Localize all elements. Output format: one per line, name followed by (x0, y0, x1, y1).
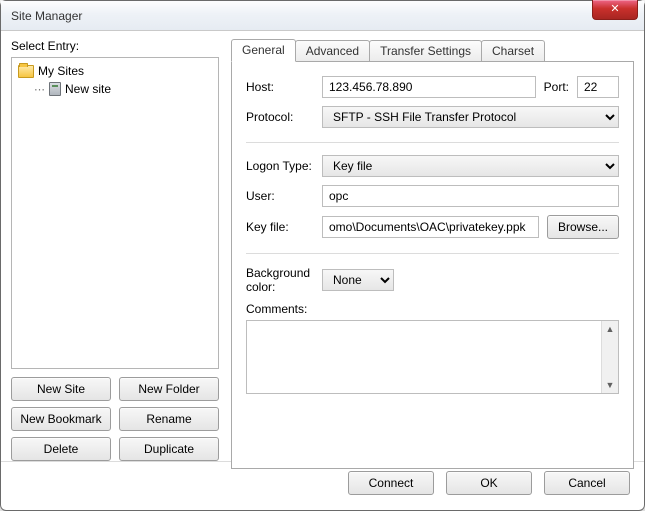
cancel-button[interactable]: Cancel (544, 471, 630, 495)
comments-textarea[interactable]: ▲ ▼ (246, 320, 619, 394)
bg-color-label: Background color: (246, 266, 314, 294)
select-entry-label: Select Entry: (11, 39, 219, 53)
protocol-label: Protocol: (246, 110, 314, 124)
scroll-down-icon[interactable]: ▼ (606, 377, 615, 393)
folder-icon (18, 65, 34, 78)
new-folder-button[interactable]: New Folder (119, 377, 219, 401)
site-tree[interactable]: My Sites ⋯ New site (11, 57, 219, 369)
logon-type-label: Logon Type: (246, 159, 314, 173)
separator (246, 142, 619, 143)
delete-button[interactable]: Delete (11, 437, 111, 461)
tab-advanced[interactable]: Advanced (295, 40, 370, 61)
left-panel: Select Entry: My Sites ⋯ New site New Si… (11, 39, 219, 461)
tree-branch-icon: ⋯ (34, 83, 44, 96)
user-input[interactable] (322, 185, 619, 207)
browse-button[interactable]: Browse... (547, 215, 619, 239)
comments-label: Comments: (246, 302, 619, 316)
keyfile-label: Key file: (246, 220, 314, 234)
tab-charset[interactable]: Charset (481, 40, 545, 61)
site-buttons: New Site New Folder New Bookmark Rename … (11, 377, 219, 461)
scrollbar[interactable]: ▲ ▼ (601, 321, 618, 393)
tab-general[interactable]: General (231, 39, 296, 62)
tree-root[interactable]: My Sites (14, 62, 216, 80)
scroll-up-icon[interactable]: ▲ (606, 321, 615, 337)
bg-color-select[interactable]: None (322, 269, 394, 291)
connect-button[interactable]: Connect (348, 471, 434, 495)
close-icon: ✕ (610, 3, 619, 15)
close-button[interactable]: ✕ (592, 0, 638, 20)
host-input[interactable] (322, 76, 536, 98)
port-input[interactable] (577, 76, 619, 98)
tab-transfer-settings[interactable]: Transfer Settings (369, 40, 482, 61)
tree-item[interactable]: ⋯ New site (14, 80, 216, 98)
tab-strip: General Advanced Transfer Settings Chars… (231, 39, 634, 61)
port-label: Port: (544, 80, 569, 94)
host-label: Host: (246, 80, 314, 94)
separator (246, 253, 619, 254)
duplicate-button[interactable]: Duplicate (119, 437, 219, 461)
ok-button[interactable]: OK (446, 471, 532, 495)
protocol-select[interactable]: SFTP - SSH File Transfer Protocol (322, 106, 619, 128)
user-label: User: (246, 189, 314, 203)
new-bookmark-button[interactable]: New Bookmark (11, 407, 111, 431)
server-icon (49, 82, 61, 96)
window-title: Site Manager (11, 9, 82, 23)
tree-root-label: My Sites (38, 64, 84, 78)
titlebar: Site Manager ✕ (1, 1, 644, 31)
logon-type-select[interactable]: Key file (322, 155, 619, 177)
right-panel: General Advanced Transfer Settings Chars… (231, 39, 634, 461)
tree-item-label: New site (65, 82, 111, 96)
rename-button[interactable]: Rename (119, 407, 219, 431)
tab-panel-general: Host: Port: Protocol: SFTP - SSH File Tr… (231, 61, 634, 469)
new-site-button[interactable]: New Site (11, 377, 111, 401)
keyfile-input[interactable] (322, 216, 539, 238)
